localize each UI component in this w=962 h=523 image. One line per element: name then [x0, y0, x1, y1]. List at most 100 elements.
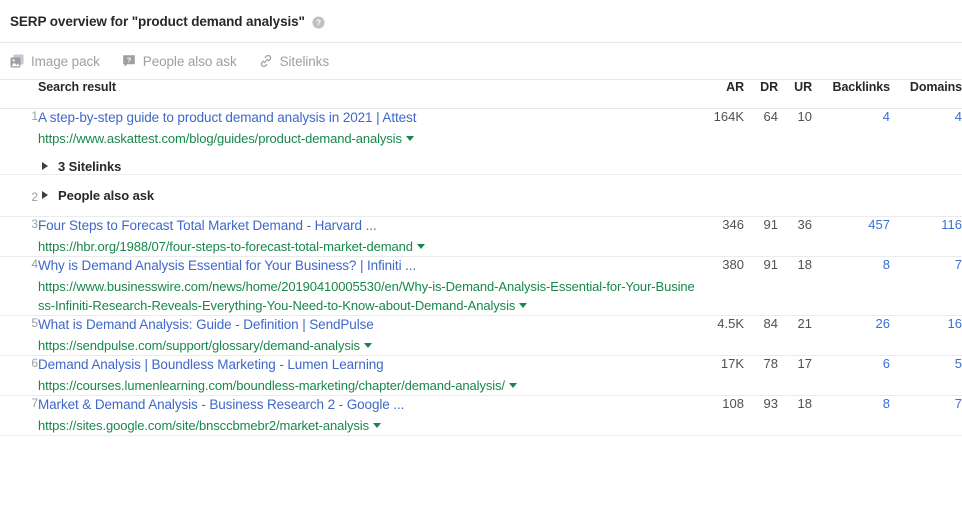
column-header-index [0, 80, 38, 109]
column-header-search-result[interactable]: Search result [38, 80, 700, 109]
expand-toggle-label: 3 Sitelinks [58, 158, 122, 174]
column-header-domains[interactable]: Domains [890, 80, 962, 109]
metric-backlinks[interactable]: 4 [812, 108, 890, 174]
metric-dr: 91 [763, 216, 778, 232]
result-cell: Market & Demand Analysis - Business Rese… [38, 395, 700, 435]
result-url-text: https://courses.lumenlearning.com/boundl… [38, 377, 505, 393]
expand-toggle[interactable]: 3 Sitelinks [38, 159, 700, 174]
table-row: 2 People also ask [0, 174, 962, 216]
result-cell: Four Steps to Forecast Total Market Dema… [38, 216, 700, 256]
metric-backlinks[interactable]: 8 [812, 395, 890, 435]
serp-feature-people-also-ask[interactable]: ? People also ask [122, 54, 237, 69]
result-url-link[interactable]: https://sendpulse.com/support/glossary/d… [38, 336, 700, 355]
result-cell: What is Demand Analysis: Guide - Definit… [38, 315, 700, 355]
result-url-link[interactable]: https://www.askattest.com/blog/guides/pr… [38, 129, 700, 148]
table-body: 1A step-by-step guide to product demand … [0, 108, 962, 435]
metric-dr: 64 [763, 108, 778, 124]
result-url-link[interactable]: https://hbr.org/1988/07/four-steps-to-fo… [38, 237, 700, 256]
result-url-link[interactable]: https://sites.google.com/site/bnsccbmebr… [38, 416, 700, 435]
sitelinks-link-icon [259, 54, 273, 68]
svg-text:?: ? [316, 17, 321, 27]
result-title-link[interactable]: Demand Analysis | Boundless Marketing - … [38, 356, 700, 374]
metric-domains[interactable] [890, 174, 962, 216]
chevron-down-icon[interactable] [416, 243, 425, 249]
serp-feature-label: People also ask [142, 53, 237, 69]
row-index: 2 [31, 189, 38, 204]
chevron-down-icon[interactable] [508, 382, 517, 388]
result-url-text: https://www.askattest.com/blog/guides/pr… [38, 130, 402, 146]
serp-results-table: Search result AR DR UR Backlinks Domains… [0, 80, 962, 436]
column-header-ur[interactable]: UR [778, 80, 812, 109]
metric-ar: 108 [722, 395, 744, 411]
metric-backlinks[interactable]: 26 [812, 315, 890, 355]
metric-ur: 18 [797, 395, 812, 411]
metric-dr: 78 [763, 355, 778, 371]
metric-backlinks[interactable]: 457 [812, 216, 890, 256]
result-cell: People also ask [38, 174, 700, 216]
serp-feature-label: Sitelinks [279, 53, 329, 69]
serp-feature-image-pack[interactable]: Image pack [10, 54, 100, 69]
metric-dr: 84 [763, 315, 778, 331]
metric-domains[interactable]: 4 [890, 108, 962, 174]
metric-ar: 17K [720, 355, 744, 371]
column-header-backlinks[interactable]: Backlinks [812, 80, 890, 109]
serp-features-bar: Image pack ? People also ask Sitelinks [0, 43, 962, 80]
question-mark-circle-icon[interactable]: ? [312, 16, 325, 29]
column-header-ar[interactable]: AR [700, 80, 744, 109]
chevron-down-icon[interactable] [363, 342, 372, 348]
column-header-dr[interactable]: DR [744, 80, 778, 109]
metric-backlinks[interactable]: 8 [812, 256, 890, 315]
result-url-text: https://www.businesswire.com/news/home/2… [38, 278, 695, 313]
table-header-row: Search result AR DR UR Backlinks Domains [0, 80, 962, 109]
metric-domains[interactable]: 7 [890, 256, 962, 315]
serp-feature-sitelinks[interactable]: Sitelinks [259, 54, 329, 69]
result-title-link[interactable]: Four Steps to Forecast Total Market Dema… [38, 217, 700, 235]
result-url-link[interactable]: https://courses.lumenlearning.com/boundl… [38, 376, 700, 395]
result-url-text: https://hbr.org/1988/07/four-steps-to-fo… [38, 238, 413, 254]
table-row: 1A step-by-step guide to product demand … [0, 108, 962, 174]
page-title: SERP overview for "product demand analys… [10, 13, 305, 29]
chevron-down-icon[interactable] [405, 135, 414, 141]
metric-ar: 4.5K [717, 315, 744, 331]
result-url-text: https://sites.google.com/site/bnsccbmebr… [38, 417, 369, 433]
row-index: 4 [31, 256, 38, 271]
panel-header: SERP overview for "product demand analys… [0, 0, 962, 43]
row-index: 3 [31, 216, 38, 231]
result-title-link[interactable]: A step-by-step guide to product demand a… [38, 109, 700, 127]
row-index: 5 [31, 315, 38, 330]
metric-ur: 17 [797, 355, 812, 371]
table-row: 3 Four Steps to Forecast Total Market Dem… [0, 216, 962, 256]
chevron-down-icon[interactable] [373, 422, 381, 428]
svg-text:?: ? [127, 55, 132, 64]
result-url-link[interactable]: https://www.businesswire.com/news/home/2… [38, 277, 700, 315]
result-title-link[interactable]: Why is Demand Analysis Essential for You… [38, 257, 700, 275]
metric-domains[interactable]: 5 [890, 355, 962, 395]
result-title-link[interactable]: What is Demand Analysis: Guide - Definit… [38, 316, 700, 334]
result-url-text: https://sendpulse.com/support/glossary/d… [38, 337, 360, 353]
table-row: 4 Why is Demand Analysis Essential for Yo… [0, 256, 962, 315]
table-row: 6 Demand Analysis | Boundless Marketing -… [0, 355, 962, 395]
people-also-ask-icon: ? [122, 54, 136, 68]
row-index: 1 [31, 108, 38, 123]
expand-toggle-label: People also ask [58, 187, 155, 203]
result-cell: Why is Demand Analysis Essential for You… [38, 256, 700, 315]
expand-toggle[interactable]: People also ask [38, 188, 700, 203]
metric-backlinks[interactable]: 6 [812, 355, 890, 395]
metric-domains[interactable]: 7 [890, 395, 962, 435]
metric-ur: 18 [797, 256, 812, 272]
metric-ar: 346 [722, 216, 744, 232]
chevron-down-icon[interactable] [519, 302, 528, 308]
chevron-right-icon [42, 162, 48, 170]
metric-backlinks[interactable] [812, 174, 890, 216]
serp-overview-panel: SERP overview for "product demand analys… [0, 0, 962, 436]
metric-ar [700, 174, 744, 216]
metric-domains[interactable]: 16 [890, 315, 962, 355]
row-index: 6 [31, 355, 38, 370]
result-title-link[interactable]: Market & Demand Analysis - Business Rese… [38, 396, 700, 414]
metric-domains[interactable]: 116 [890, 216, 962, 256]
metric-ur [778, 174, 812, 216]
table-row: 7 Market & Demand Analysis - Business Res… [0, 395, 962, 435]
table-row: 5 What is Demand Analysis: Guide - Defini… [0, 315, 962, 355]
metric-ur: 10 [797, 108, 812, 124]
image-pack-icon [10, 54, 24, 68]
